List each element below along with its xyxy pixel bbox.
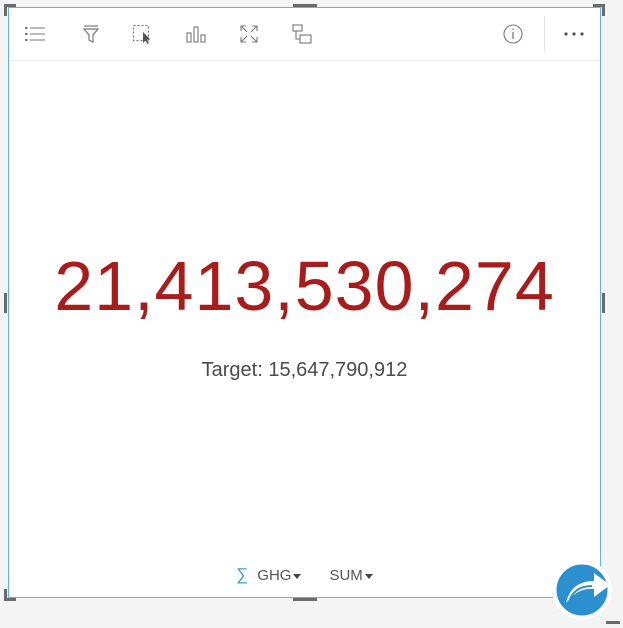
legend-button[interactable]: [21, 20, 49, 48]
kpi-card[interactable]: 21,413,530,274 Target: 15,647,790,912 ∑ …: [8, 7, 601, 598]
card-footer: ∑ GHG SUM: [9, 564, 600, 586]
visualization-type-button[interactable]: [182, 20, 210, 48]
create-action-button[interactable]: [550, 557, 616, 623]
toolbar-divider: [544, 16, 545, 52]
select-button[interactable]: [129, 20, 157, 48]
flip-card-icon: [292, 24, 312, 44]
resize-handle-top[interactable]: [293, 4, 317, 7]
resize-handle-right[interactable]: [602, 293, 605, 313]
maximize-button[interactable]: [235, 20, 263, 48]
resize-handle-top-left-v[interactable]: [4, 4, 7, 16]
statistic-label: SUM: [329, 566, 363, 584]
field-dropdown[interactable]: ∑ GHG: [236, 565, 302, 585]
resize-handle-top-right-v[interactable]: [602, 4, 605, 16]
selection-cursor-icon: [132, 24, 151, 44]
info-button[interactable]: [499, 20, 527, 48]
kpi-value: 21,413,530,274: [54, 247, 555, 325]
kpi-target-label: Target: 15,647,790,912: [201, 359, 408, 381]
flip-card-button[interactable]: [288, 20, 316, 48]
list-icon: [25, 27, 45, 41]
pencil-arrow-icon: [552, 560, 612, 620]
expand-arrows-icon: [240, 25, 258, 43]
resize-handle-bottom[interactable]: [293, 598, 317, 601]
field-label: GHG: [257, 566, 292, 584]
statistic-dropdown[interactable]: SUM: [329, 566, 373, 584]
sigma-icon: ∑: [236, 565, 249, 584]
bar-chart-icon: [186, 26, 206, 43]
caret-down-icon: [293, 573, 302, 579]
info-circle-icon: [503, 24, 523, 44]
filter-funnel-icon: [82, 25, 100, 43]
resize-handle-bottom-left[interactable]: [4, 598, 16, 601]
more-options-button[interactable]: [560, 20, 588, 48]
filter-button[interactable]: [77, 20, 105, 48]
ellipsis-icon: [564, 32, 584, 36]
caret-down-icon: [364, 573, 373, 579]
resize-handle-left[interactable]: [4, 293, 7, 313]
card-toolbar: [9, 8, 600, 61]
